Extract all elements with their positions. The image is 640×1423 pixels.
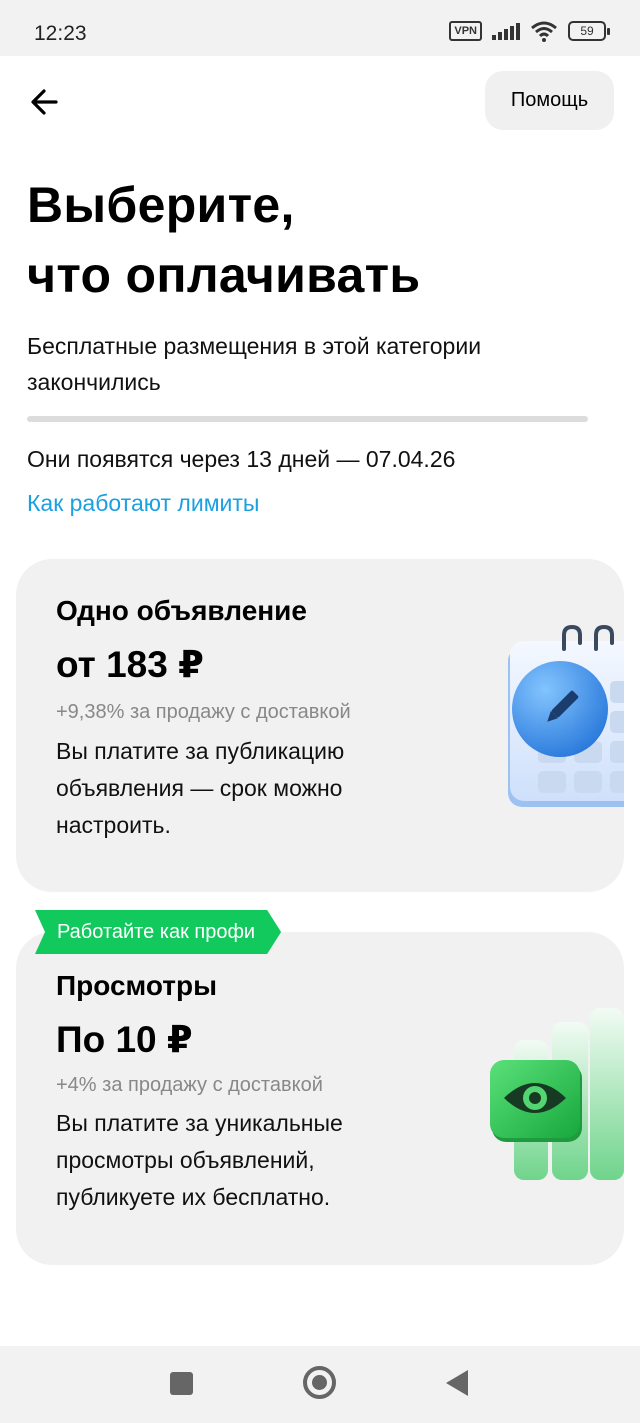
renewal-date-text: Они появятся через 13 дней — 07.04.26 (27, 446, 456, 472)
recent-apps-button[interactable] (170, 1372, 193, 1395)
how-limits-work-link[interactable]: Как работают лимиты (27, 490, 259, 517)
views-option-card[interactable]: Просмотры По 10 ₽ +4% за продажу с доста… (16, 932, 624, 1265)
status-bar: 12:23 VPN 59 (0, 0, 640, 56)
option-title: Просмотры (56, 970, 218, 1001)
option-title: Одно объявление (56, 595, 307, 626)
wifi-icon (531, 21, 557, 42)
back-arrow-icon[interactable] (26, 82, 66, 122)
battery-icon: 59 (568, 21, 610, 41)
option-fee: +4% за продажу с доставкой (56, 1074, 323, 1096)
option-price: По 10 ₽ (56, 1019, 193, 1060)
vpn-icon: VPN (449, 21, 482, 41)
option-description: Вы платите за публикацию объявления — ср… (56, 738, 345, 838)
status-icons: VPN 59 (449, 20, 610, 42)
page-title-line-1: Выберите, (27, 177, 295, 233)
page-title: Выберите, что оплачивать (27, 170, 617, 310)
page-title-line-2: что оплачивать (27, 247, 421, 303)
pro-badge: Работайте как профи (35, 910, 281, 954)
help-button[interactable]: Помощь (485, 71, 614, 130)
option-price: от 183 ₽ (56, 644, 204, 685)
option-fee: +9,38% за продажу с доставкой (56, 701, 351, 723)
calendar-pencil-icon (508, 625, 624, 807)
system-back-button[interactable] (446, 1370, 468, 1396)
option-description: Вы платите за уникальные просмотры объяв… (56, 1110, 343, 1210)
free-listings-notice: Бесплатные размещения в этой категории з… (27, 333, 482, 395)
home-button[interactable] (303, 1366, 336, 1399)
limit-progress-bar (27, 416, 588, 422)
signal-icon (492, 22, 520, 40)
single-listing-option-card[interactable]: Одно объявление от 183 ₽ +9,38% за прода… (16, 559, 624, 892)
status-time: 12:23 (34, 22, 87, 45)
eye-analytics-icon (490, 1008, 624, 1180)
